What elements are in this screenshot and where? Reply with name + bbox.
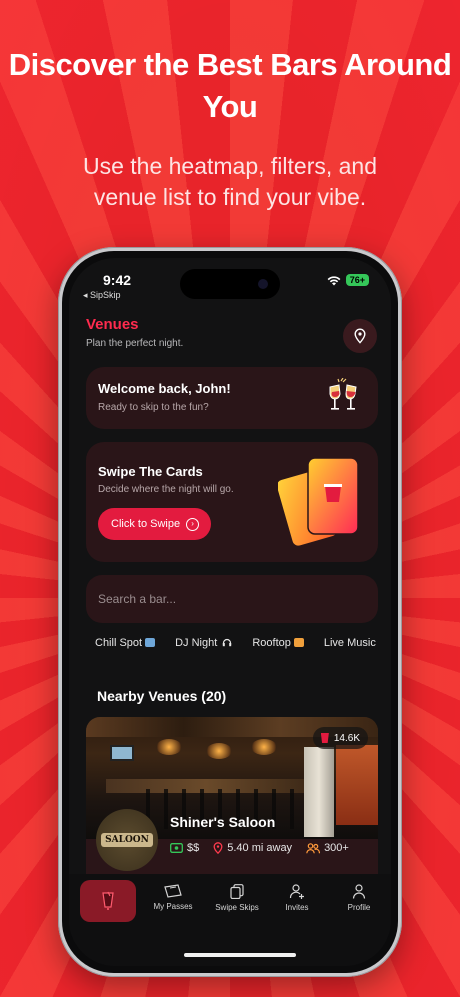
nearby-venues-heading: Nearby Venues (20) xyxy=(97,688,227,704)
tab-home[interactable] xyxy=(80,880,136,922)
venue-name: Shiner's Saloon xyxy=(170,814,276,830)
person-icon xyxy=(352,884,366,899)
app-screen: 9:42 ◂ SipSkip 76+ Venues Plan the perfe… xyxy=(69,258,391,966)
wifi-icon xyxy=(327,275,341,285)
filter-chips: Chill Spot DJ Night Rooftop Live Music xyxy=(95,637,376,649)
cash-icon xyxy=(170,843,183,853)
arrow-right-icon: › xyxy=(186,517,200,531)
tab-swipe-skips[interactable]: Swipe Skips xyxy=(205,884,269,912)
filter-chip-chill-spot[interactable]: Chill Spot xyxy=(95,637,156,649)
filter-chip-live-music[interactable]: Live Music xyxy=(324,637,376,649)
ticket-icon xyxy=(164,884,182,898)
welcome-subtitle: Ready to skip to the fun? xyxy=(98,402,209,413)
venue-crowd: 300+ xyxy=(306,842,349,854)
venue-card[interactable]: 14.6K SALOON Shiner's Saloon $$ 5.40 mi … xyxy=(86,717,378,892)
welcome-card: Welcome back, John! Ready to skip to the… xyxy=(86,367,378,429)
location-button[interactable] xyxy=(343,319,377,353)
map-pin-icon xyxy=(354,328,366,344)
filter-chip-dj-night[interactable]: DJ Night xyxy=(175,637,232,649)
page-title: Venues xyxy=(86,316,139,333)
tab-my-passes[interactable]: My Passes xyxy=(141,884,205,911)
chill-emoji-icon xyxy=(145,638,156,647)
battery-badge: 76+ xyxy=(345,274,369,286)
cards-stack-icon xyxy=(230,884,244,899)
filter-chip-rooftop[interactable]: Rooftop xyxy=(252,637,304,649)
swipe-card: Swipe The Cards Decide where the night w… xyxy=(86,442,378,562)
search-placeholder: Search a bar... xyxy=(98,592,177,606)
headphones-icon xyxy=(223,638,232,647)
venue-logo: SALOON xyxy=(96,809,158,871)
home-indicator xyxy=(184,953,296,957)
tab-bar: My Passes Swipe Skips Invites Profile xyxy=(69,874,391,966)
phone-frame: 9:42 ◂ SipSkip 76+ Venues Plan the perfe… xyxy=(58,247,402,977)
dynamic-island xyxy=(180,269,280,299)
status-indicators: 76+ xyxy=(327,274,369,286)
search-input[interactable]: Search a bar... xyxy=(86,575,378,623)
tab-profile[interactable]: Profile xyxy=(327,884,391,912)
tab-invites[interactable]: Invites xyxy=(265,884,329,912)
page-subtitle: Plan the perfect night. xyxy=(86,338,184,349)
cheers-glasses-icon xyxy=(329,378,357,410)
click-to-swipe-button[interactable]: Click to Swipe › xyxy=(98,508,212,540)
status-time: 9:42 xyxy=(103,272,132,288)
promo-headline: Discover the Best Bars Around You xyxy=(8,47,452,124)
back-to-app-link[interactable]: ◂ SipSkip xyxy=(83,290,121,301)
drink-icon xyxy=(102,891,114,910)
venue-price: $$ xyxy=(170,842,199,854)
welcome-title: Welcome back, John! xyxy=(98,381,231,396)
swipe-button-label: Click to Swipe xyxy=(111,518,181,530)
swipe-cards-illustration xyxy=(278,457,359,546)
rooftop-emoji-icon xyxy=(293,638,304,647)
promo-subline: Use the heatmap, filters, and venue list… xyxy=(82,153,378,210)
swipe-title: Swipe The Cards xyxy=(98,464,203,479)
swipe-subtitle: Decide where the night will go. xyxy=(98,484,234,495)
location-pin-icon xyxy=(213,842,223,854)
venue-popularity-badge: 14.6K xyxy=(312,727,368,749)
people-icon xyxy=(306,842,320,853)
venue-distance: 5.40 mi away xyxy=(213,842,292,854)
add-friend-icon xyxy=(289,884,304,899)
venue-meta: $$ 5.40 mi away 300+ xyxy=(170,842,349,854)
cup-icon xyxy=(320,733,329,743)
